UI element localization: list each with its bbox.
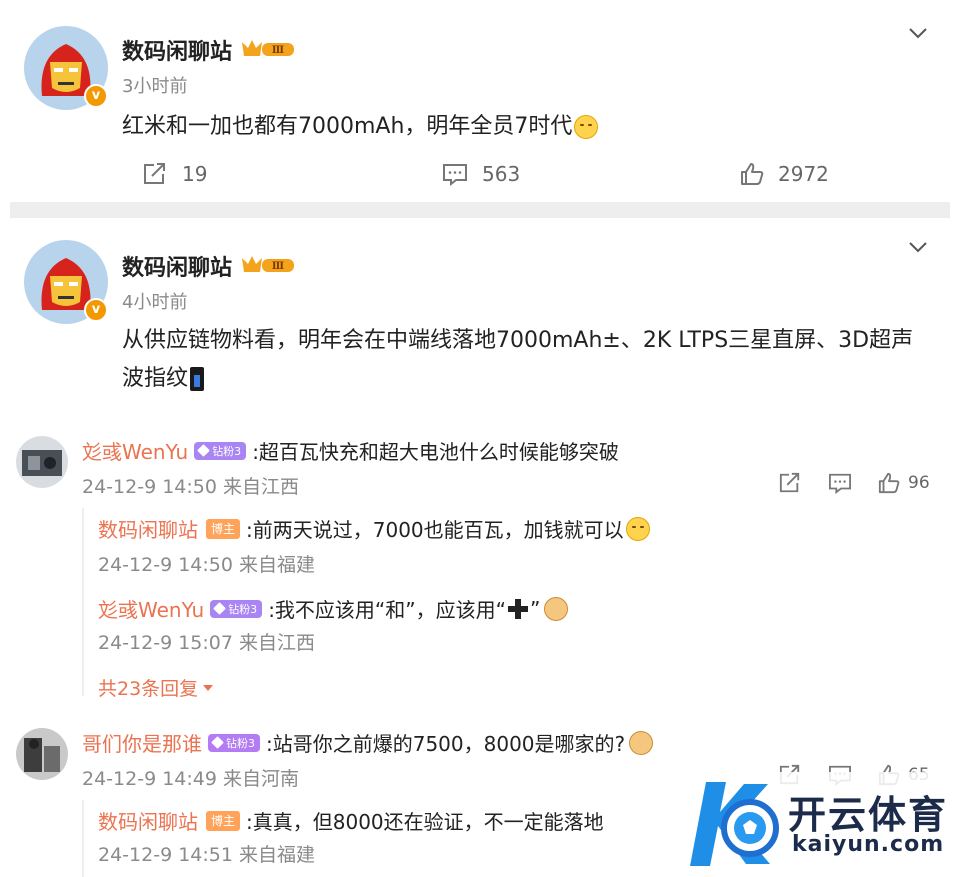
crown-level-icon: Ⅲ	[242, 256, 294, 272]
smile-emoji-icon	[625, 516, 650, 541]
post-time: 4小时前	[122, 292, 188, 313]
doge-emoji-icon	[544, 596, 569, 621]
caret-down-icon	[203, 684, 214, 691]
reply-meta: 24-12-9 14:50 来自福建	[98, 554, 315, 576]
diamond-icon	[213, 602, 227, 615]
like-icon	[741, 163, 764, 185]
fan-badge-label: 钻粉3	[228, 602, 258, 616]
fan-badge: 钻粉3	[208, 733, 260, 752]
level-badge-text: Ⅲ	[272, 261, 284, 272]
reply-author-name[interactable]: 彣彧WenYu	[98, 594, 204, 623]
level-badge-text: Ⅲ	[272, 45, 284, 56]
reply-text: :真真，但8000还在验证，不一定能落地	[246, 810, 604, 834]
chevron-down-icon[interactable]	[908, 26, 928, 40]
post-separator	[10, 202, 950, 218]
like-icon[interactable]	[878, 472, 900, 494]
comment-icon[interactable]	[828, 472, 852, 494]
comment-button[interactable]: 563	[442, 162, 520, 186]
comment-text: :站哥你之前爆的7500，8000是哪家的?	[266, 732, 626, 756]
watermark: 开云体育 kaiyun.com	[676, 772, 958, 876]
commenter-name[interactable]: 彣彧WenYu	[82, 436, 188, 465]
watermark-title: 开云体育	[788, 793, 949, 837]
smile-emoji-icon	[574, 115, 599, 139]
comment-line: 彣彧WenYu 钻粉3 :超百瓦快充和超大电池什么时候能够突破	[82, 436, 619, 465]
comment-line: 哥们你是那谁 钻粉3 :站哥你之前爆的7500，8000是哪家的?	[82, 728, 654, 757]
comment-like-count: 96	[908, 473, 930, 493]
reply-author-name[interactable]: 数码闲聊站	[98, 514, 198, 543]
fan-badge: 钻粉3	[194, 441, 247, 460]
repost-count: 19	[182, 162, 208, 186]
post-text: 从供应链物料看，明年会在中端线落地7000mAh±、2K LTPS三星直屏、3D…	[122, 322, 942, 398]
reply-line: 数码闲聊站 博主 :真真，但8000还在验证，不一定能落地	[98, 806, 604, 835]
reply-meta: 24-12-9 15:07 来自江西	[98, 632, 315, 654]
comment-icon	[443, 164, 467, 186]
reply-line: 数码闲聊站 博主 :前两天说过，7000也能百瓦，加钱就可以	[98, 514, 650, 543]
comment-actions: 96	[752, 472, 930, 494]
reply-line: 彣彧WenYu 钻粉3 :我不应该用“和”，应该用“ ”	[98, 594, 569, 623]
repost-button[interactable]: 19	[142, 162, 207, 186]
crown-level-icon: Ⅲ	[242, 40, 294, 56]
doge-emoji-icon	[629, 730, 654, 755]
phone-emoji-icon	[190, 367, 205, 391]
diamond-icon	[211, 736, 224, 749]
share-icon[interactable]	[778, 472, 802, 494]
like-button[interactable]: 2972	[740, 162, 829, 186]
reply-text: :前两天说过，7000也能百瓦，加钱就可以	[246, 518, 624, 542]
more-replies-label: 共23条回复	[98, 678, 199, 700]
blogger-badge: 博主	[206, 810, 241, 831]
diamond-icon	[197, 444, 211, 457]
kaiyun-logo-icon	[690, 782, 779, 866]
post-text-line2: 波指纹	[122, 366, 189, 391]
fan-badge-label: 钻粉3	[212, 444, 242, 458]
verified-badge-icon: v	[84, 84, 108, 108]
verified-badge-icon: v	[84, 298, 108, 322]
more-replies-link[interactable]: 共23条回复	[98, 674, 214, 701]
comment-meta: 24-12-9 14:50 来自江西	[82, 476, 299, 498]
blogger-badge: 博主	[206, 518, 241, 539]
post-author-name[interactable]: 数码闲聊站	[122, 34, 232, 66]
commenter-avatar[interactable]	[16, 436, 68, 488]
fan-badge: 钻粉3	[210, 599, 263, 618]
post-text-line1: 从供应链物料看，明年会在中端线落地7000mAh±、2K LTPS三星直屏、3D…	[122, 328, 914, 353]
repost-icon	[144, 163, 165, 184]
like-count: 2972	[778, 162, 829, 186]
reply-meta: 24-12-9 14:51 来自福建	[98, 844, 315, 866]
post-text: 红米和一加也都有7000mAh，明年全员7时代	[122, 108, 599, 146]
comment-meta: 24-12-9 14:49 来自河南	[82, 768, 299, 790]
comment-text: :超百瓦快充和超大电池什么时候能够突破	[252, 440, 619, 464]
commenter-name[interactable]: 哥们你是那谁	[82, 728, 202, 757]
chevron-down-icon[interactable]	[908, 240, 928, 254]
reply-text-b: ”	[530, 596, 541, 621]
post-text-content: 红米和一加也都有7000mAh，明年全员7时代	[122, 114, 573, 139]
reply-author-name[interactable]: 数码闲聊站	[98, 806, 198, 835]
fan-badge-label: 钻粉3	[226, 736, 255, 750]
post-time: 3小时前	[122, 76, 188, 97]
comment-count: 563	[482, 162, 521, 186]
commenter-avatar[interactable]	[16, 728, 68, 780]
watermark-sub: kaiyun.com	[792, 832, 945, 857]
plus-emoji-icon	[507, 598, 529, 620]
reply-text-a: :我不应该用“和”，应该用“	[268, 598, 507, 622]
post-author-name[interactable]: 数码闲聊站	[122, 250, 232, 282]
